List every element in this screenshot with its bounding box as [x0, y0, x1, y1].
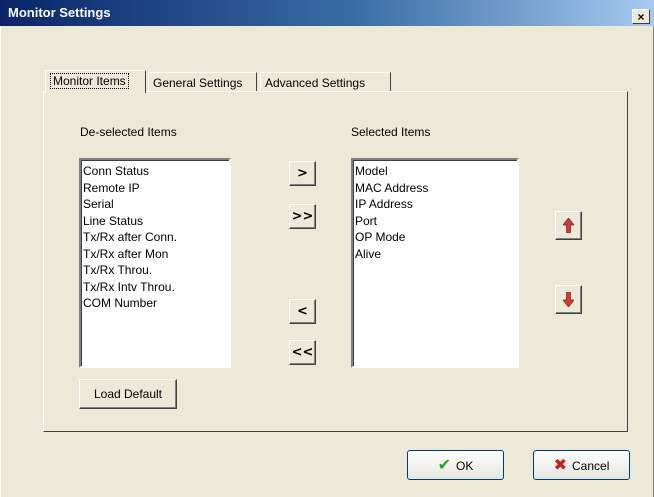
cancel-label: Cancel: [572, 459, 610, 473]
list-item[interactable]: Serial: [83, 196, 227, 213]
load-default-button[interactable]: Load Default: [79, 379, 177, 409]
close-icon: ×: [637, 10, 645, 24]
tab-advanced-settings-label: Advanced Settings: [265, 76, 366, 90]
title-bar: Monitor Settings ×: [0, 0, 654, 26]
list-item[interactable]: COM Number: [83, 295, 227, 312]
move-down-button[interactable]: [555, 285, 582, 314]
list-item[interactable]: Remote IP: [83, 180, 227, 197]
chevron-left-icon: <: [297, 304, 308, 319]
list-item[interactable]: Tx/Rx after Conn.: [83, 229, 227, 246]
list-item[interactable]: OP Mode: [355, 229, 515, 246]
ok-button[interactable]: ✔ OK: [407, 450, 504, 480]
arrow-up-icon: [562, 217, 575, 234]
deselected-label: De-selected Items: [80, 125, 177, 139]
chevron-right-icon: >: [297, 166, 308, 181]
selected-listbox[interactable]: Model MAC Address IP Address Port OP Mode Ali…: [351, 158, 519, 368]
list-item[interactable]: MAC Address: [355, 180, 515, 197]
load-default-label: Load Default: [93, 387, 163, 401]
list-item[interactable]: Tx/Rx after Mon: [83, 246, 227, 263]
arrow-down-icon: [562, 291, 575, 308]
double-chevron-left-icon: <<: [291, 345, 314, 360]
selected-label: Selected Items: [351, 125, 431, 139]
add-button[interactable]: >: [289, 161, 316, 186]
add-all-button[interactable]: >>: [289, 204, 316, 229]
move-up-button[interactable]: [555, 211, 582, 240]
list-item[interactable]: Conn Status: [83, 163, 227, 180]
window-title: Monitor Settings: [8, 5, 111, 20]
cancel-x-icon: ✖: [553, 455, 568, 474]
checkmark-icon: ✔: [437, 455, 452, 474]
list-item[interactable]: Model: [355, 163, 515, 180]
deselected-listbox[interactable]: Conn Status Remote IP Serial Line Status Tx/…: [79, 158, 231, 368]
double-chevron-right-icon: >>: [291, 209, 314, 224]
cancel-button[interactable]: ✖ Cancel: [533, 450, 630, 480]
list-item[interactable]: Alive: [355, 246, 515, 263]
list-item[interactable]: Line Status: [83, 213, 227, 230]
list-item[interactable]: Tx/Rx Throu.: [83, 262, 227, 279]
tab-general-settings-label: General Settings: [153, 76, 243, 90]
remove-all-button[interactable]: <<: [289, 340, 316, 365]
remove-button[interactable]: <: [289, 299, 316, 324]
list-item[interactable]: Tx/Rx Intv Throu.: [83, 279, 227, 296]
ok-label: OK: [456, 459, 474, 473]
tab-monitor-items-label: Monitor Items: [50, 73, 129, 89]
list-item[interactable]: IP Address: [355, 196, 515, 213]
list-item[interactable]: Port: [355, 213, 515, 230]
close-button[interactable]: ×: [632, 9, 650, 24]
tab-monitor-items[interactable]: Monitor Items: [45, 70, 146, 93]
